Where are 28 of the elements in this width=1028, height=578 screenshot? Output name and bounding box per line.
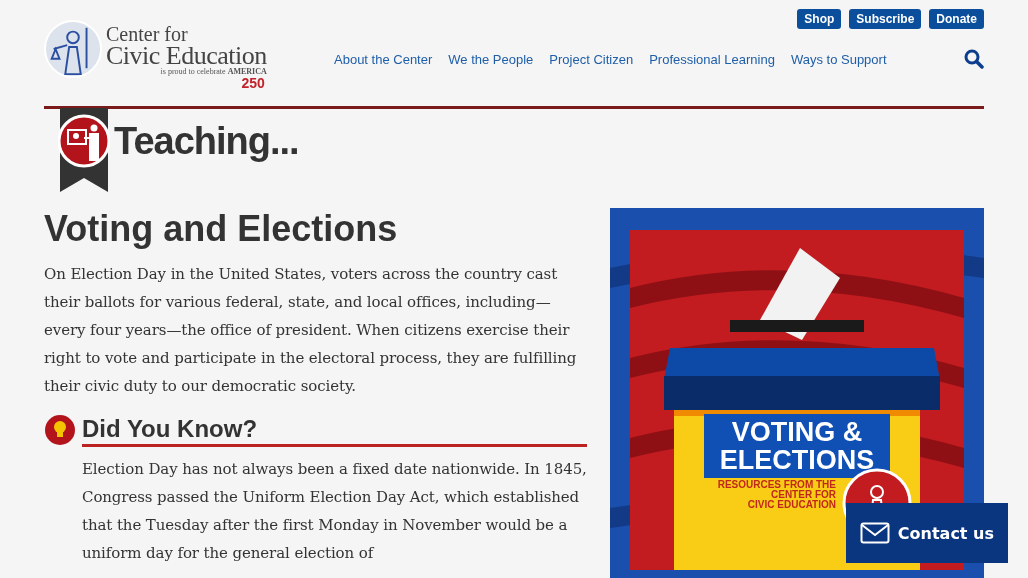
nav-link[interactable]: Ways to Support	[790, 51, 887, 67]
nav-link[interactable]: We the People	[448, 51, 534, 67]
utility-button[interactable]: Shop	[797, 9, 842, 29]
envelope-icon	[859, 522, 890, 544]
contact-us-button[interactable]: Contact us	[845, 503, 1008, 563]
lightbulb-icon	[44, 414, 76, 446]
anniversary-mark: 250	[241, 76, 265, 90]
utility-button[interactable]: Donate	[929, 9, 984, 29]
teacher-ribbon-icon	[58, 108, 110, 192]
fact-paragraph: Election Day has not always been a fixed date nationwide. In 1845, Congress passed the Uniform Election Day Act, which established that the Tuesday after the first Monday in November would be a uniform day for the general election of	[82, 459, 587, 564]
logo-text: Center for	[106, 24, 189, 44]
article-title: Voting and Elections	[44, 208, 399, 250]
poster-caption: CENTER FOR	[771, 490, 836, 500]
nav-link[interactable]: Project Citizen	[549, 51, 634, 67]
poster-caption: RESOURCES FROM THE	[717, 480, 836, 490]
poster-title: VOTING &	[731, 418, 863, 446]
nav-link[interactable]: Professional Learning	[649, 51, 775, 67]
logo-text: Civic Education	[106, 44, 267, 68]
poster-caption: CIVIC EDUCATION	[747, 500, 836, 510]
nav-link[interactable]: About the Center	[334, 51, 433, 67]
did-you-know-heading: Did You Know?	[82, 414, 587, 447]
logo-tagline: is proud to celebrate AMERICA	[160, 68, 267, 76]
utility-button[interactable]: Subscribe	[849, 9, 922, 29]
statue-seal-icon	[44, 20, 102, 78]
search-icon[interactable]	[964, 49, 984, 69]
intro-paragraph: On Election Day in the United States, voters across the country cast their ballots for various federal, state, and local offices, including—every four years—the office of president. When citizens exercise their right to vote and participate in the electoral process, they are fulfilling their civic duty to our democratic society.	[44, 264, 578, 397]
poster-title: ELECTIONS	[719, 446, 875, 474]
section-title: Teaching...	[114, 120, 299, 163]
